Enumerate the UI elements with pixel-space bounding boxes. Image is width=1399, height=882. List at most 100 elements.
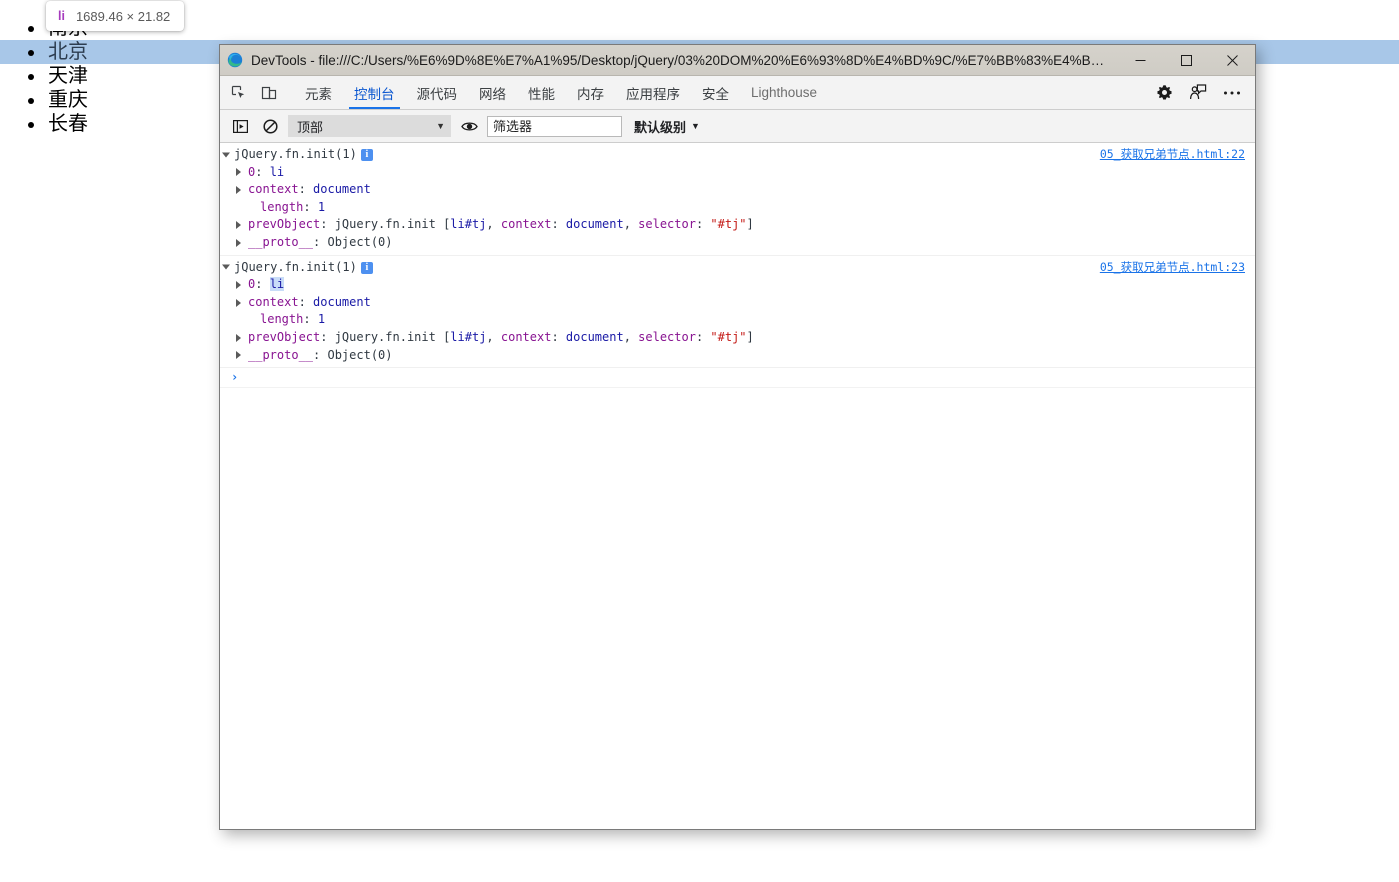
disclosure-triangle-icon[interactable] [222,152,230,158]
tab-security[interactable]: 安全 [691,76,740,109]
info-icon: i [360,149,373,161]
console-log-entry[interactable]: 05_获取兄弟节点.html:23 jQuery.fn.init(1) i 0: … [220,256,1255,369]
live-expression-eye-icon[interactable] [457,114,481,138]
chevron-down-icon: ▼ [691,121,700,131]
composite-sep: , [486,329,501,344]
object-property-row[interactable]: prevObject: jQuery.fn.init [li#tj, conte… [220,216,1255,234]
window-titlebar[interactable]: DevTools - file:///C:/Users/%E6%9D%8E%E7… [220,45,1255,76]
tab-label: Lighthouse [751,85,818,100]
settings-gear-icon[interactable] [1147,84,1181,101]
property-value: Object(0) [327,347,393,362]
property-value[interactable]: document [313,295,371,309]
disclosure-triangle-icon[interactable] [236,221,241,230]
composite-prefix: jQuery.fn.init [ [334,329,451,344]
disclosure-triangle-icon[interactable] [236,333,241,342]
tab-label: 控制台 [354,86,395,102]
object-property-row[interactable]: 0: li [220,164,1255,182]
object-property-row[interactable]: __proto__: Object(0) [220,234,1255,252]
disclosure-triangle-icon[interactable] [236,351,241,360]
property-separator: : [298,294,314,309]
device-toolbar-icon[interactable] [254,76,284,109]
filter-input[interactable] [487,115,622,137]
tab-console[interactable]: 控制台 [343,76,406,109]
inspect-element-icon[interactable] [224,76,254,109]
tooltip-tag-name: li [58,9,65,23]
property-key: prevObject [248,217,321,232]
tab-network[interactable]: 网络 [468,76,517,109]
object-property-row[interactable]: length: 1 [220,311,1255,329]
log-object-title: jQuery.fn.init(1) [234,147,357,161]
composite-selector-value: "#tj" [710,217,747,232]
window-controls [1117,45,1255,75]
tab-memory[interactable]: 内存 [566,76,615,109]
property-key: length [260,312,304,327]
tab-sources[interactable]: 源代码 [406,76,469,109]
disclosure-triangle-icon[interactable] [236,238,241,247]
property-value[interactable]: li [269,277,285,292]
devtools-tabstrip: 元素 控制台 源代码 网络 性能 内存 应用程序 安全 Lighthouse [220,76,1255,110]
composite-context-value[interactable]: document [566,217,624,231]
composite-suffix: ] [746,329,754,344]
composite-selector-value: "#tj" [710,329,747,344]
prompt-chevron-icon: › [231,370,239,385]
tooltip-dimensions: 1689.46 × 21.82 [75,8,171,24]
list-item[interactable]: 南京 [0,16,1399,40]
console-log-area[interactable]: 05_获取兄弟节点.html:22 jQuery.fn.init(1) i 0: … [220,143,1255,829]
object-property-row[interactable]: length: 1 [220,199,1255,217]
tab-label: 内存 [577,86,604,102]
composite-sep: : [551,329,566,344]
info-icon: i [360,261,373,274]
console-prompt[interactable]: › [220,368,1255,389]
console-log-entry[interactable]: 05_获取兄弟节点.html:22 jQuery.fn.init(1) i 0: … [220,143,1255,256]
object-property-row[interactable]: __proto__: Object(0) [220,347,1255,365]
console-sidebar-toggle-icon[interactable] [228,114,252,138]
property-separator: : [303,199,318,214]
execution-context-select[interactable]: 顶部 ▼ [288,115,451,137]
tab-label: 应用程序 [626,86,680,102]
disclosure-triangle-icon[interactable] [236,280,241,289]
property-key: __proto__ [248,347,314,362]
disclosure-triangle-icon[interactable] [222,264,230,270]
property-separator: : [313,234,328,249]
log-level-dropdown[interactable]: 默认级别 ▼ [628,117,700,136]
more-options-icon[interactable] [1215,90,1249,96]
composite-context-value[interactable]: document [566,330,624,344]
property-key: __proto__ [248,234,314,249]
log-entry-header[interactable]: jQuery.fn.init(1) i [220,259,1255,277]
object-property-row[interactable]: prevObject: jQuery.fn.init [li#tj, conte… [220,329,1255,347]
tab-label: 性能 [528,86,555,102]
maximize-button[interactable] [1163,45,1209,75]
tab-elements[interactable]: 元素 [294,76,343,109]
object-property-row[interactable]: context: document [220,294,1255,312]
clear-console-icon[interactable] [258,114,282,138]
property-key: context [248,182,299,197]
composite-node[interactable]: li#tj [450,217,486,231]
property-value: 1 [317,199,326,214]
composite-sep: : [551,217,566,232]
disclosure-triangle-icon[interactable] [236,298,241,307]
property-value: Object(0) [327,234,393,249]
tab-label: 元素 [305,86,332,102]
close-button[interactable] [1209,45,1255,75]
property-value[interactable]: document [313,182,371,196]
tab-lighthouse[interactable]: Lighthouse [740,76,828,109]
property-key: length [260,199,304,214]
disclosure-triangle-icon[interactable] [236,185,241,194]
feedback-icon[interactable] [1181,84,1215,101]
tab-application[interactable]: 应用程序 [615,76,691,109]
disclosure-triangle-icon[interactable] [236,168,241,177]
property-value[interactable]: li [270,165,284,179]
property-separator: : [320,217,335,232]
console-toolbar: 顶部 ▼ 默认级别 ▼ [220,110,1255,143]
property-value: 1 [317,312,326,327]
tab-performance[interactable]: 性能 [517,76,566,109]
composite-sep: , [486,217,501,232]
log-entry-header[interactable]: jQuery.fn.init(1) i [220,146,1255,164]
composite-selector-key: selector [638,329,696,344]
object-property-row[interactable]: context: document [220,181,1255,199]
minimize-button[interactable] [1117,45,1163,75]
object-property-row[interactable]: 0: li [220,276,1255,294]
devtools-window: DevTools - file:///C:/Users/%E6%9D%8E%E7… [219,44,1256,830]
composite-node[interactable]: li#tj [450,330,486,344]
property-key: prevObject [248,329,321,344]
